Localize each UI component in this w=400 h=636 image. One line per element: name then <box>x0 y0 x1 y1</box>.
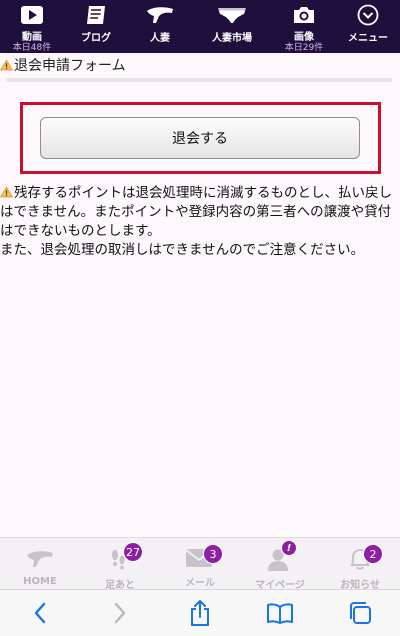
mail-badge: 3 <box>203 544 223 564</box>
nav-label: ブログ <box>81 33 111 44</box>
app-tab-bar: HOME 27 足あと 3 メール ! マイページ 2 お知らせ <box>0 537 400 591</box>
nav-label: 画像 <box>294 32 314 43</box>
notice-body: 残存するポイントは退会処理時に消滅するものとし、払い戻しはできません。またポイン… <box>0 185 392 258</box>
back-button[interactable] <box>0 590 80 636</box>
nav-count: 本日48件 <box>12 43 52 53</box>
tab-mypage[interactable]: ! マイページ <box>240 538 320 591</box>
bell-icon: 2 <box>347 544 383 572</box>
top-nav: 動画 本日48件 ブログ 人妻 人妻市場 画像 本日29件 メニュー <box>0 0 400 53</box>
share-button[interactable] <box>160 590 240 636</box>
tab-home[interactable]: HOME <box>0 538 80 589</box>
play-icon <box>20 4 44 25</box>
forward-icon <box>114 602 126 624</box>
chevron-down-icon <box>357 4 379 26</box>
nav-label: メニュー <box>348 33 388 44</box>
notice-text: 残存するポイントは退会処理時に消滅するものとし、払い戻しはできません。またポイン… <box>0 184 400 260</box>
user-icon: ! <box>267 540 297 572</box>
mypage-badge: ! <box>281 540 297 556</box>
notification-badge: 2 <box>363 544 383 564</box>
nav-label: 人妻 <box>150 33 170 44</box>
bookmarks-button[interactable] <box>240 590 320 636</box>
nav-count: 本日29件 <box>284 43 324 53</box>
nav-label: 動画 <box>22 32 42 43</box>
heel-icon <box>146 4 174 26</box>
warning-icon <box>0 186 13 198</box>
tabs-icon <box>350 602 371 624</box>
nav-item-blog[interactable]: ブログ <box>64 0 128 53</box>
withdraw-button[interactable]: 退会する <box>40 117 360 159</box>
page-title: 退会申請フォーム <box>0 54 126 76</box>
tabs-button[interactable] <box>320 590 400 636</box>
nav-item-menu[interactable]: メニュー <box>336 0 400 53</box>
heel-icon <box>26 546 54 572</box>
book-icon <box>84 4 108 26</box>
tab-label: メール <box>185 578 215 589</box>
camera-icon <box>292 4 316 25</box>
tab-mail[interactable]: 3 メール <box>160 538 240 589</box>
footprint-icon: 27 <box>107 542 143 572</box>
tab-footprints[interactable]: 27 足あと <box>80 538 160 591</box>
tab-label: HOME <box>23 576 57 587</box>
nav-label: 人妻市場 <box>212 33 252 44</box>
back-icon <box>34 602 46 624</box>
form-title-text: 退会申請フォーム <box>14 58 126 74</box>
nav-item-videos[interactable]: 動画 本日48件 <box>0 0 64 53</box>
underwear-icon <box>217 4 247 26</box>
nav-item-married[interactable]: 人妻 <box>128 0 192 53</box>
browser-toolbar <box>0 589 400 636</box>
tab-notifications[interactable]: 2 お知らせ <box>320 538 400 591</box>
forward-button[interactable] <box>80 590 160 636</box>
share-icon <box>191 600 209 626</box>
title-divider <box>6 78 392 82</box>
nav-item-market[interactable]: 人妻市場 <box>192 0 272 53</box>
nav-item-images[interactable]: 画像 本日29件 <box>272 0 336 53</box>
warning-icon <box>0 59 13 71</box>
mail-icon: 3 <box>185 544 223 570</box>
footprint-badge: 27 <box>123 542 143 562</box>
bookmarks-icon <box>267 603 293 624</box>
